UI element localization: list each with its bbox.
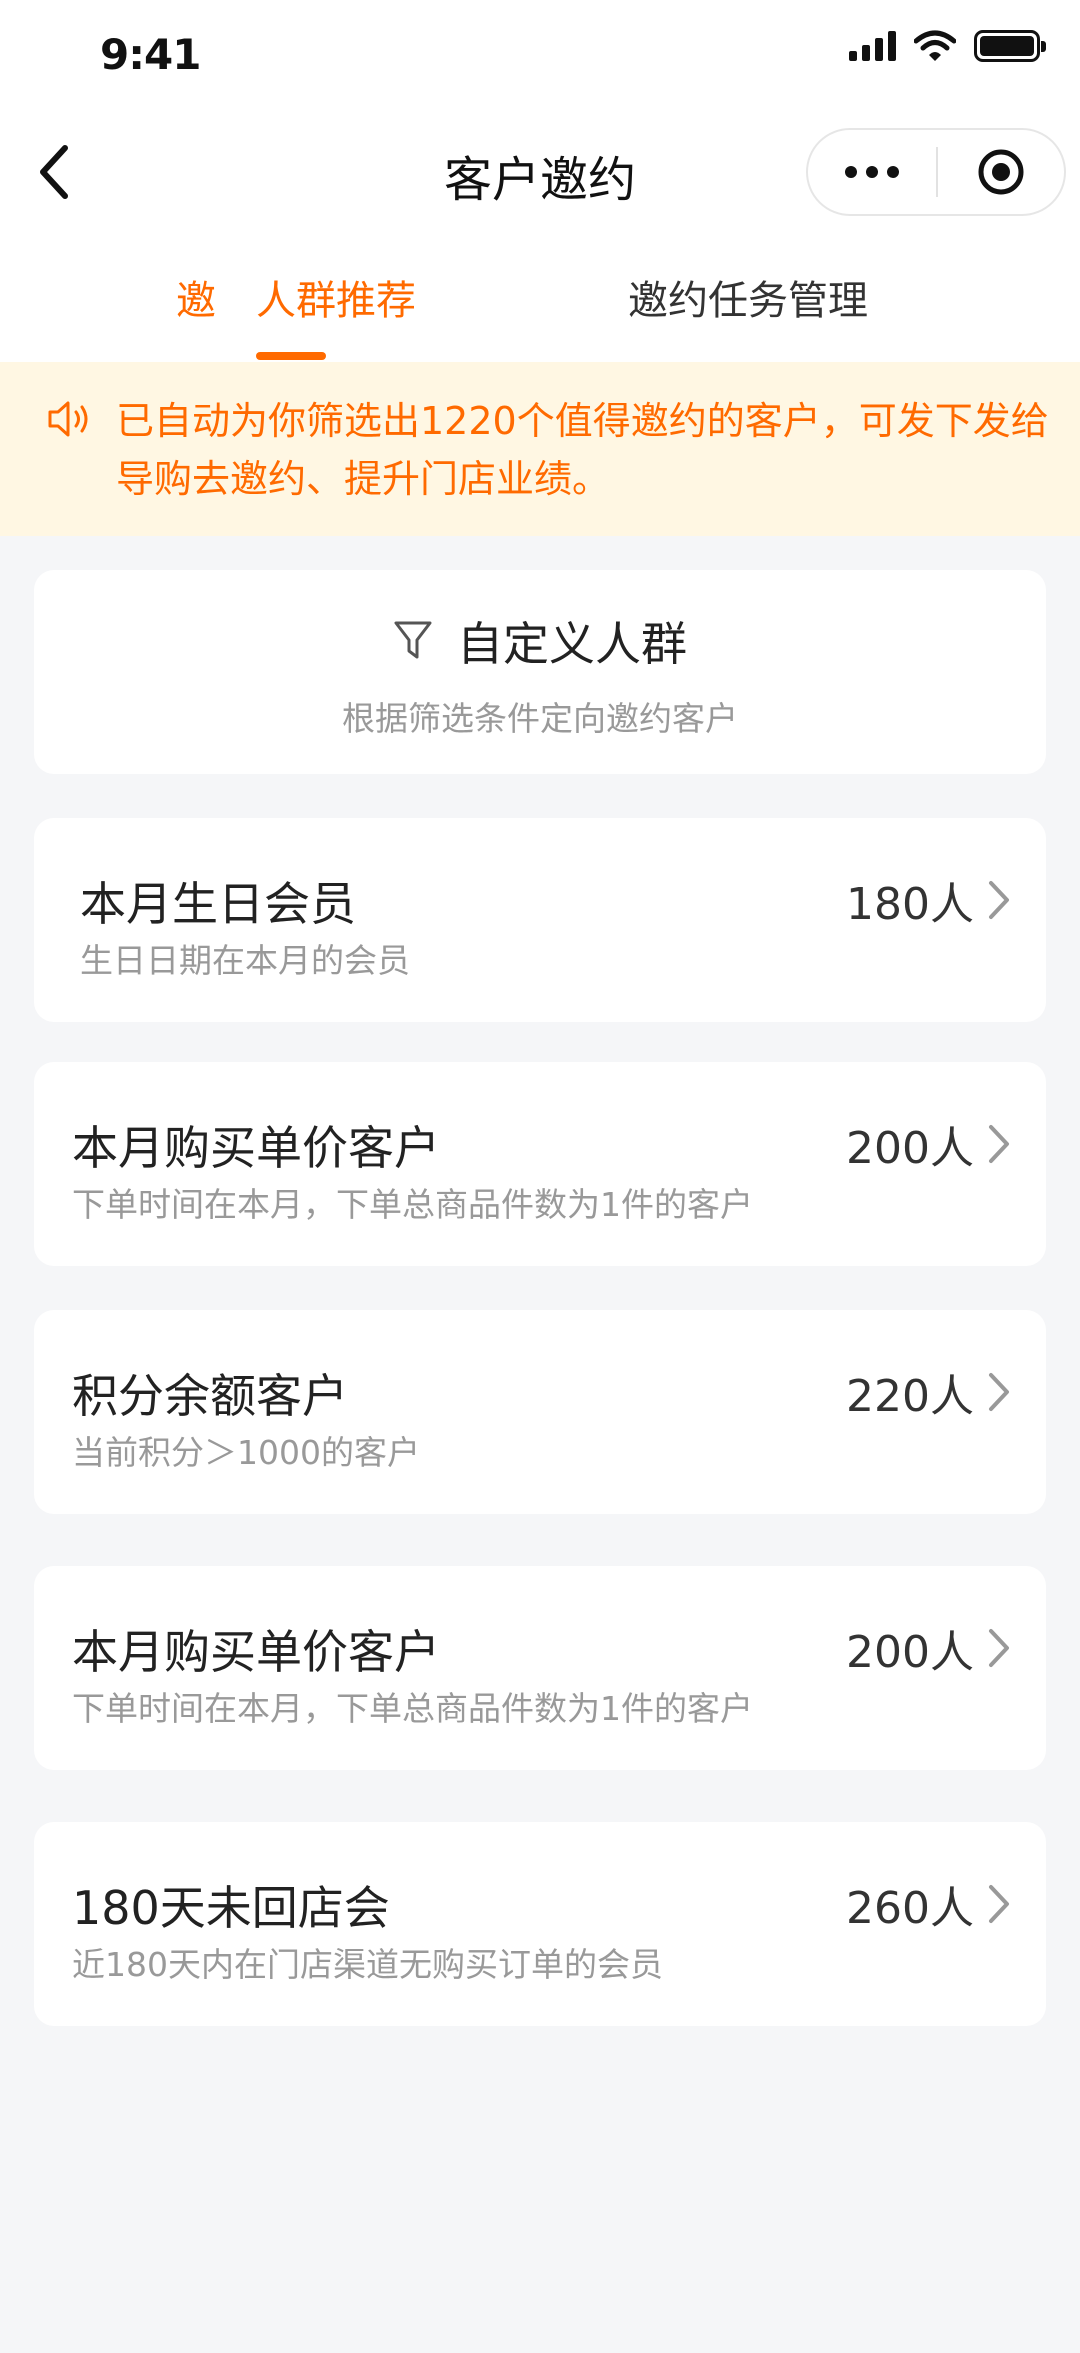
chevron-right-icon: [984, 1878, 1014, 1930]
custom-crowd-title: 自定义人群: [457, 617, 687, 671]
segment-count: 260人: [846, 1883, 974, 1934]
chevron-right-icon: [984, 1366, 1014, 1418]
custom-crowd-card[interactable]: 自定义人群 根据筛选条件定向邀约客户: [34, 570, 1046, 774]
cellular-signal-icon: [849, 31, 896, 61]
chevron-right-icon: [984, 874, 1014, 926]
segment-count: 180人: [846, 879, 974, 930]
custom-crowd-title-row: 自定义人群: [34, 608, 1046, 674]
custom-crowd-subtitle: 根据筛选条件定向邀约客户: [342, 699, 738, 738]
segment-card[interactable]: 180天未回店会 近180天内在门店渠道无购买订单的会员 260人: [34, 1822, 1046, 2026]
tab-active-indicator: [256, 352, 326, 360]
speaker-icon: [48, 401, 88, 437]
target-icon: [978, 149, 1024, 195]
segment-count: 200人: [846, 1627, 974, 1678]
status-time: 9:41: [100, 30, 201, 79]
segment-name: 积分余额客户: [72, 1369, 348, 1423]
miniprogram-capsule: [806, 128, 1066, 216]
segment-count: 200人: [846, 1123, 974, 1174]
filter-icon: [394, 621, 432, 659]
close-miniprogram-button[interactable]: [938, 130, 1064, 214]
segment-desc: 生日日期在本月的会员: [80, 941, 410, 980]
segment-desc: 当前积分＞1000的客户: [72, 1433, 420, 1472]
tab-invite-task-manage[interactable]: 邀约任务管理: [628, 268, 868, 326]
segment-desc: 近180天内在门店渠道无购买订单的会员: [72, 1945, 663, 1984]
chevron-right-icon: [984, 1118, 1014, 1170]
tab-cut-label[interactable]: 邀: [176, 268, 216, 326]
segment-card[interactable]: 积分余额客户 当前积分＞1000的客户 220人: [34, 1310, 1046, 1514]
segment-name: 本月购买单价客户: [72, 1121, 440, 1175]
segment-card[interactable]: 本月生日会员 生日日期在本月的会员 180人: [34, 818, 1046, 1022]
segment-name: 本月购买单价客户: [72, 1625, 440, 1679]
segment-card[interactable]: 本月购买单价客户 下单时间在本月，下单总商品件数为1件的客户 200人: [34, 1062, 1046, 1266]
battery-icon: [974, 30, 1046, 62]
more-button[interactable]: [808, 130, 936, 214]
segment-desc: 下单时间在本月，下单总商品件数为1件的客户: [72, 1185, 753, 1224]
status-icons: [849, 30, 1046, 62]
segment-count-group: 180人: [846, 868, 1014, 932]
segment-count-group: 260人: [846, 1872, 1014, 1936]
segment-name: 180天未回店会: [72, 1881, 390, 1935]
segment-count: 220人: [846, 1371, 974, 1422]
segment-name: 本月生日会员: [80, 877, 356, 931]
segment-count-group: 200人: [846, 1112, 1014, 1176]
segment-card[interactable]: 本月购买单价客户 下单时间在本月，下单总商品件数为1件的客户 200人: [34, 1566, 1046, 1770]
chevron-right-icon: [984, 1622, 1014, 1674]
segment-count-group: 220人: [846, 1360, 1014, 1424]
segment-desc: 下单时间在本月，下单总商品件数为1件的客户: [72, 1689, 753, 1728]
wifi-icon: [914, 30, 956, 61]
notice-text: 已自动为你筛选出1220个值得邀约的客户，可发下发给导购去邀约、提升门店业绩。: [116, 399, 1049, 501]
segment-count-group: 200人: [846, 1616, 1014, 1680]
tab-crowd-recommend[interactable]: 人群推荐: [256, 268, 416, 326]
